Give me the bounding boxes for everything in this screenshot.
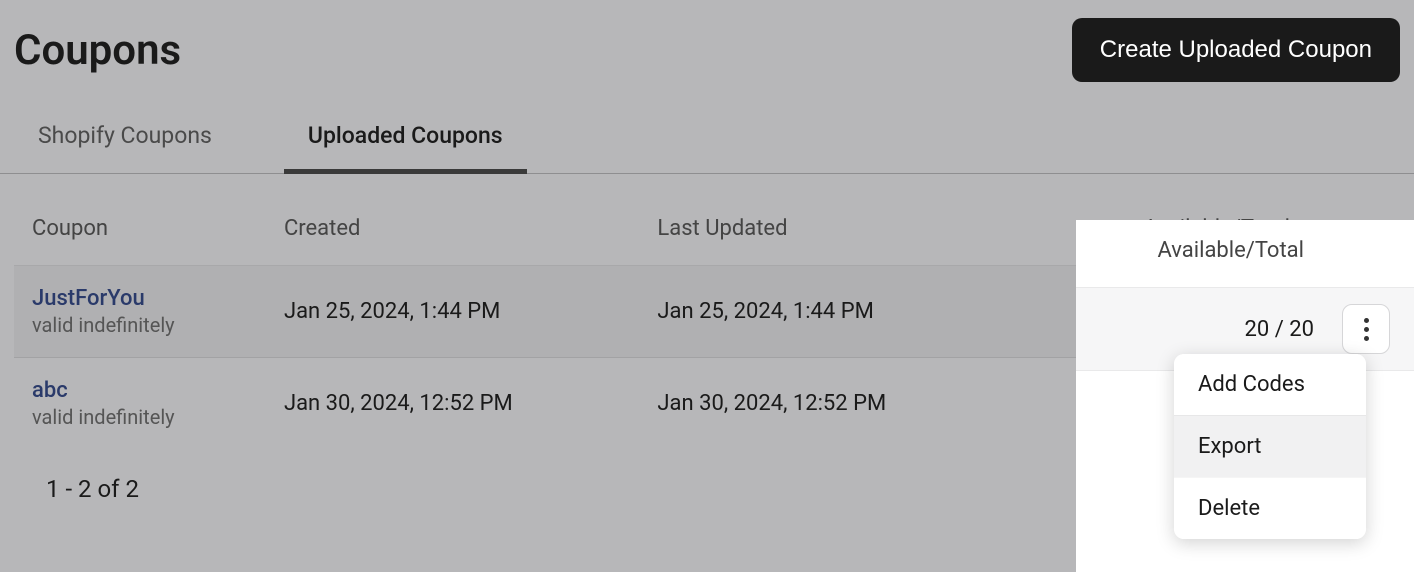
- tab-shopify-coupons[interactable]: Shopify Coupons: [14, 122, 236, 173]
- create-uploaded-coupon-button[interactable]: Create Uploaded Coupon: [1072, 18, 1400, 82]
- col-updated: Last Updated: [639, 204, 1012, 266]
- coupon-updated: Jan 30, 2024, 12:52 PM: [639, 358, 1012, 450]
- menu-export[interactable]: Export: [1174, 415, 1366, 477]
- tabs: Shopify Coupons Uploaded Coupons: [0, 82, 1414, 174]
- menu-delete[interactable]: Delete: [1174, 477, 1366, 539]
- kebab-icon: [1364, 318, 1369, 341]
- coupon-updated: Jan 25, 2024, 1:44 PM: [639, 266, 1012, 358]
- coupon-name-link[interactable]: JustForYou: [32, 286, 248, 311]
- row-actions-button-active[interactable]: [1342, 304, 1390, 354]
- menu-add-codes[interactable]: Add Codes: [1174, 354, 1366, 415]
- page-title: Coupons: [14, 26, 181, 75]
- coupon-validity: valid indefinitely: [32, 313, 248, 337]
- coupon-name-link[interactable]: abc: [32, 378, 248, 403]
- col-created: Created: [266, 204, 639, 266]
- coupon-created: Jan 25, 2024, 1:44 PM: [266, 266, 639, 358]
- tab-uploaded-coupons[interactable]: Uploaded Coupons: [284, 122, 527, 173]
- col-available-highlight: Available/Total: [1076, 220, 1414, 287]
- coupon-available-total-highlight: 20 / 20: [1245, 317, 1314, 342]
- row-actions-menu: Add Codes Export Delete: [1174, 354, 1366, 539]
- coupon-created: Jan 30, 2024, 12:52 PM: [266, 358, 639, 450]
- col-coupon: Coupon: [14, 204, 266, 266]
- coupon-validity: valid indefinitely: [32, 405, 248, 429]
